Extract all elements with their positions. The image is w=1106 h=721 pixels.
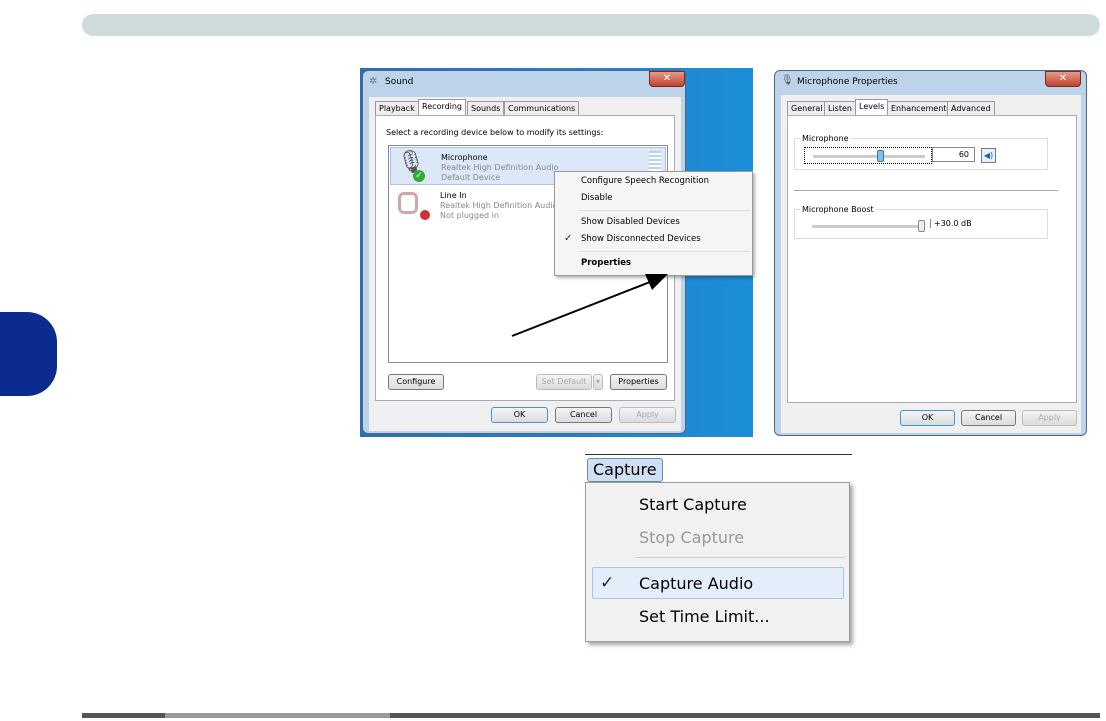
- set-default-button[interactable]: Set Default: [536, 374, 592, 390]
- device-driver: Realtek High Definition Audio: [440, 201, 558, 210]
- microphone-boost-label: Microphone Boost: [800, 205, 876, 214]
- menu-start-capture[interactable]: Start Capture: [639, 495, 747, 514]
- instruction-text: Select a recording device below to modif…: [386, 128, 604, 137]
- speaker-icon: ✲: [369, 76, 378, 87]
- ok-button[interactable]: OK: [900, 410, 955, 426]
- properties-button[interactable]: Properties: [610, 374, 667, 390]
- boost-value: +30.0 dB: [930, 219, 972, 228]
- device-driver: Realtek High Definition Audio: [441, 163, 559, 172]
- apply-button[interactable]: Apply: [1022, 410, 1077, 426]
- tab-playback[interactable]: Playback: [375, 101, 419, 115]
- set-default-dropdown[interactable]: ▾: [593, 374, 603, 390]
- menu-disable[interactable]: Disable: [581, 193, 613, 203]
- tab-sounds[interactable]: Sounds: [467, 101, 505, 115]
- cable-icon: [398, 192, 418, 214]
- capture-dropdown: Start Capture Stop Capture ✓ Capture Aud…: [585, 482, 850, 642]
- close-button[interactable]: ✕: [1045, 71, 1081, 87]
- check-icon: ✓: [600, 573, 615, 593]
- tab-levels[interactable]: Levels: [855, 99, 889, 116]
- footer-rule-accent: [165, 713, 390, 718]
- microphone-icon: 🎙: [781, 75, 794, 86]
- menu-capture-audio[interactable]: Capture Audio: [639, 574, 753, 593]
- slider-thumb[interactable]: [877, 150, 885, 162]
- page-header-bar: [82, 14, 1100, 36]
- arrow-annotation: [511, 274, 668, 337]
- tab-advanced[interactable]: Advanced: [947, 101, 995, 115]
- default-check-icon: ✓: [413, 170, 425, 182]
- device-name: Line In: [440, 191, 467, 200]
- cancel-button[interactable]: Cancel: [555, 407, 612, 423]
- menu-set-time-limit[interactable]: Set Time Limit...: [639, 607, 770, 626]
- tab-listen[interactable]: Listen: [824, 101, 856, 115]
- microphone-slider[interactable]: [804, 147, 932, 164]
- tab-communications[interactable]: Communications: [504, 101, 580, 115]
- menu-show-disconnected[interactable]: Show Disconnected Devices: [581, 234, 701, 244]
- menu-show-disabled[interactable]: Show Disabled Devices: [581, 217, 680, 227]
- tab-enhancements[interactable]: Enhancements: [887, 101, 955, 115]
- device-status: Not plugged in: [440, 211, 499, 220]
- microphone-label: Microphone: [800, 134, 851, 143]
- microphone-properties-dialog: 🎙 Microphone Properties ✕ General Listen…: [774, 70, 1087, 436]
- slider-thumb[interactable]: [918, 220, 925, 232]
- dialog-title: Sound: [385, 77, 414, 87]
- apply-button[interactable]: Apply: [619, 407, 676, 423]
- cancel-button[interactable]: Cancel: [961, 410, 1016, 426]
- tab-recording[interactable]: Recording: [418, 99, 467, 116]
- check-icon: ✓: [564, 233, 573, 244]
- capture-menu-screenshot: Capture Start Capture Stop Capture ✓ Cap…: [585, 452, 852, 644]
- device-name: Microphone: [441, 153, 488, 162]
- chapter-tab: [0, 312, 57, 396]
- ok-button[interactable]: OK: [491, 407, 548, 423]
- mute-speaker-button[interactable]: ◀): [981, 148, 996, 163]
- dialog-title: Microphone Properties: [797, 77, 898, 87]
- menu-configure-speech[interactable]: Configure Speech Recognition: [581, 176, 709, 186]
- tab-general[interactable]: General: [787, 101, 827, 115]
- close-button[interactable]: ✕: [649, 71, 685, 87]
- capture-menu-button[interactable]: Capture: [587, 458, 663, 482]
- device-status: Default Device: [441, 173, 501, 182]
- microphone-value-field[interactable]: 60: [932, 147, 975, 162]
- configure-button[interactable]: Configure: [388, 374, 444, 390]
- boost-slider[interactable]: [812, 220, 925, 232]
- unplugged-icon: [420, 210, 430, 220]
- menu-stop-capture[interactable]: Stop Capture: [639, 528, 744, 547]
